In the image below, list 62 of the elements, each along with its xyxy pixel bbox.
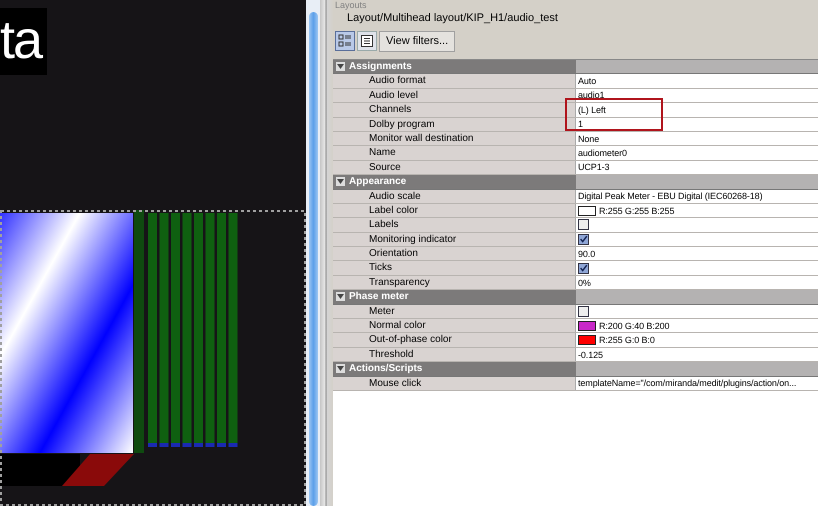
- property-label: Orientation: [333, 247, 576, 260]
- property-label: Ticks: [333, 261, 576, 275]
- property-value[interactable]: None: [578, 132, 600, 146]
- property-value[interactable]: 0%: [578, 276, 591, 290]
- view-filters-button[interactable]: View filters...: [379, 30, 456, 52]
- property-value[interactable]: templateName="/com/miranda/medit/plugins/action/on...: [578, 376, 796, 390]
- section-title: Phase meter: [349, 290, 408, 304]
- section-header[interactable]: Phase meter: [333, 290, 818, 305]
- property-label: Audio level: [333, 88, 576, 102]
- color-swatch[interactable]: [578, 206, 596, 216]
- property-value[interactable]: (L) Left: [578, 102, 606, 117]
- property-label: Source: [333, 160, 576, 174]
- section-title: Actions/Scripts: [349, 362, 422, 376]
- property-value[interactable]: 1: [578, 117, 583, 132]
- property-label: Channels: [333, 103, 576, 117]
- collapse-icon[interactable]: [336, 364, 345, 374]
- caption-text: ta: [0, 8, 47, 75]
- section-header[interactable]: Appearance: [333, 175, 818, 190]
- section-header[interactable]: Assignments: [333, 60, 818, 74]
- property-label: Meter: [333, 304, 576, 318]
- selection-outline[interactable]: [0, 210, 306, 506]
- property-label: Monitoring indicator: [333, 232, 576, 246]
- property-label: Mouse click: [333, 376, 576, 390]
- checkbox[interactable]: [578, 306, 589, 317]
- property-value[interactable]: audiometer0: [578, 146, 627, 160]
- property-label: Dolby program: [333, 118, 576, 131]
- property-value[interactable]: -0.125: [578, 348, 603, 362]
- section-title: Appearance: [349, 174, 406, 189]
- property-value[interactable]: R:255 G:255 B:255: [599, 204, 674, 218]
- property-value[interactable]: UCP1-3: [578, 160, 610, 174]
- scrollbar[interactable]: [306, 0, 320, 506]
- property-value[interactable]: R:200 G:40 B:200: [599, 318, 670, 333]
- collapse-icon[interactable]: [336, 177, 345, 186]
- color-swatch[interactable]: [578, 335, 596, 346]
- panel-title: Layouts: [334, 0, 368, 11]
- property-label: Out-of-phase color: [333, 333, 576, 347]
- property-label: Audio scale: [333, 190, 576, 203]
- checkbox[interactable]: [578, 262, 589, 274]
- property-label: Normal color: [333, 319, 576, 332]
- checkbox[interactable]: [578, 219, 589, 230]
- property-label: Name: [333, 146, 576, 160]
- property-value[interactable]: Digital Peak Meter - EBU Digital (IEC60268-18): [578, 189, 762, 204]
- color-swatch[interactable]: [578, 320, 596, 331]
- category-view-button[interactable]: [335, 31, 355, 51]
- property-label: Threshold: [333, 348, 576, 362]
- gradient-rectangle[interactable]: [0, 213, 133, 453]
- layout-path: Layout/Multihead layout/KIP_H1/audio_test: [346, 11, 559, 26]
- property-value[interactable]: R:255 G:0 B:0: [599, 333, 655, 348]
- collapse-icon[interactable]: [336, 292, 345, 302]
- property-label: Labels: [333, 218, 576, 232]
- property-value[interactable]: audio1: [578, 88, 604, 102]
- section-header[interactable]: Actions/Scripts: [333, 362, 818, 377]
- list-view-button[interactable]: [357, 31, 377, 51]
- collapse-icon[interactable]: [336, 62, 345, 72]
- checkbox[interactable]: [578, 234, 589, 245]
- property-value[interactable]: Auto: [578, 74, 596, 88]
- property-label: Transparency: [333, 276, 576, 290]
- property-label: Audio format: [333, 74, 576, 88]
- property-label: Label color: [333, 204, 576, 218]
- property-value[interactable]: 90.0: [578, 246, 596, 261]
- section-title: Assignments: [349, 60, 412, 74]
- property-label: Monitor wall destination: [333, 132, 576, 146]
